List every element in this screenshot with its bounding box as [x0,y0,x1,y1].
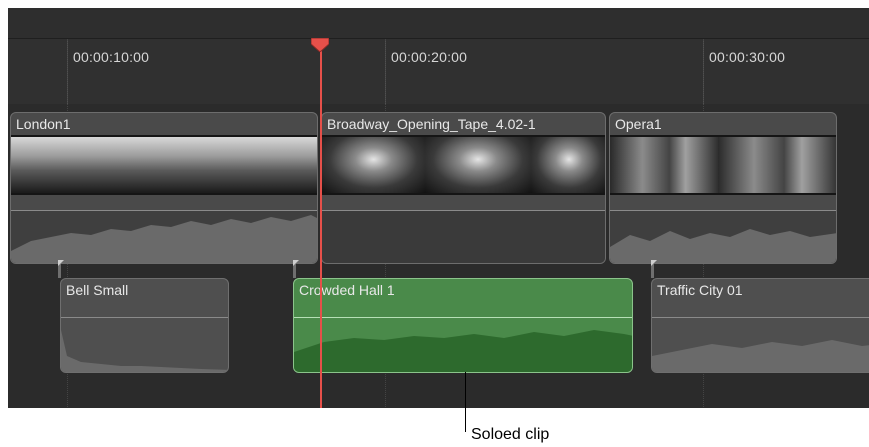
timeline[interactable]: 00:00:10:00 00:00:20:00 00:00:30:00 Lond… [8,8,869,408]
audio-waveform [610,210,836,263]
video-thumbnail [425,137,532,193]
clip-title: Crowded Hall 1 [299,282,395,298]
clip-title: Broadway_Opening_Tape_4.02-1 [327,116,536,132]
callout-line [465,372,466,432]
clip-bell-small[interactable]: Bell Small [60,278,229,373]
video-thumbnail [225,137,317,193]
video-thumbnail [531,137,605,193]
video-thumbnail [11,137,120,193]
waveform-graphic [294,330,632,372]
playhead[interactable] [320,38,322,408]
audio-waveform [322,210,605,263]
video-thumbnail [610,137,719,193]
clip-title: Opera1 [615,116,662,132]
timecode-label: 00:00:20:00 [391,49,468,65]
timecode-ruler[interactable]: 00:00:10:00 00:00:20:00 00:00:30:00 [8,39,869,104]
waveform-graphic [610,229,836,263]
clip-filmstrip [322,135,605,195]
clip-title: Bell Small [66,282,129,298]
timeline-toolbar [8,8,869,39]
audio-waveform [11,210,317,263]
clip-traffic-city-01[interactable]: Traffic City 01 [651,278,869,373]
timecode-label: 00:00:30:00 [709,49,786,65]
waveform-graphic [11,215,317,263]
clip-broadway-opening-tape[interactable]: Broadway_Opening_Tape_4.02-1 [321,112,606,264]
waveform-graphic [61,330,228,372]
waveform-graphic [652,340,869,372]
clip-london1[interactable]: London1 [10,112,318,264]
connection-marker [651,260,657,266]
clip-crowded-hall-1[interactable]: Crowded Hall 1 [293,278,633,373]
connection-marker [293,260,299,266]
video-thumbnail [718,137,836,193]
callout-label: Soloed clip [471,426,550,443]
playhead-handle-icon[interactable] [311,38,329,52]
clip-title: London1 [16,116,71,132]
clip-title: Traffic City 01 [657,282,743,298]
clip-filmstrip [11,135,317,195]
clip-opera1[interactable]: Opera1 [609,112,837,264]
video-thumbnail [322,137,426,193]
timecode-label: 00:00:10:00 [73,49,150,65]
video-thumbnail [119,137,226,193]
connection-marker [58,260,64,266]
clip-filmstrip [610,135,836,195]
